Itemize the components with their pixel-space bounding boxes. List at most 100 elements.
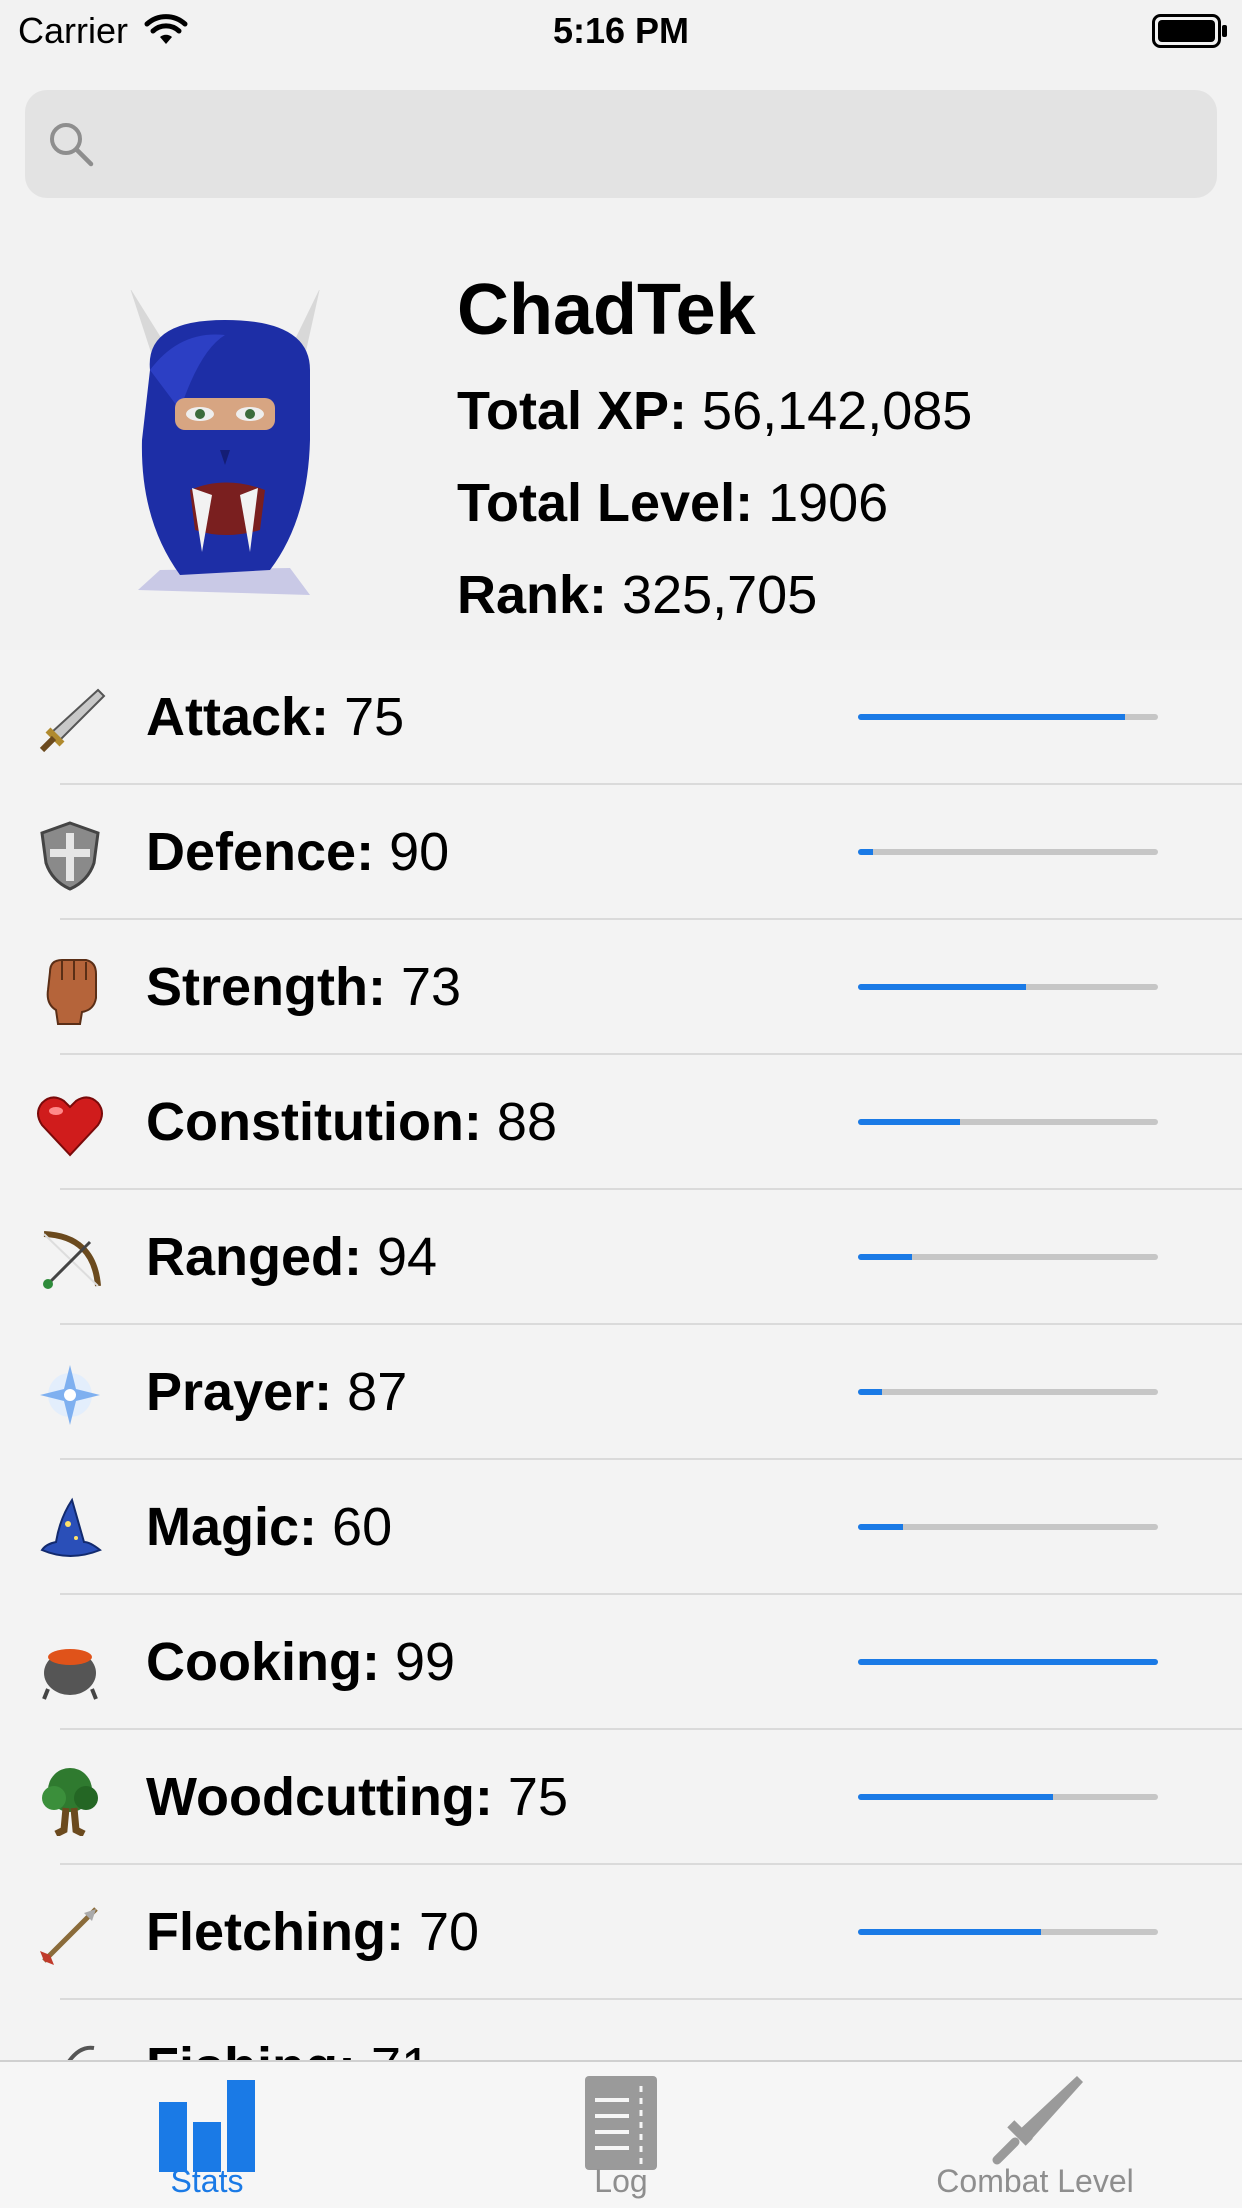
skill-level: 88 [496, 1092, 557, 1152]
player-avatar [130, 290, 320, 595]
defence-shield-icon [40, 821, 100, 891]
total-xp-value: 56,142,085 [702, 381, 973, 441]
app-screen: Carrier 5:16 PM ChadTek Total XP: 56,142… [0, 0, 1242, 2208]
skill-text: Cooking: 99 [146, 1595, 455, 1730]
prayer-star-icon [40, 1365, 100, 1425]
skill-row[interactable]: Strength: 73 [0, 920, 1242, 1055]
skill-text: Constitution: 88 [146, 1055, 557, 1190]
constitution-heart-icon [37, 1096, 103, 1157]
stats-chart-icon [159, 2080, 255, 2172]
skill-name: Attack: [146, 687, 330, 747]
skill-progress-bar [858, 1389, 1158, 1395]
tab-combat-level-label: Combat Level [936, 2163, 1134, 2199]
skill-progress-fill [858, 714, 1125, 720]
skill-progress-bar [858, 714, 1158, 720]
skill-name: Cooking: [146, 1632, 380, 1692]
skill-name: Ranged: [146, 1227, 362, 1287]
skill-progress-fill [858, 1119, 960, 1125]
rank-row: Rank: 325,705 [457, 549, 972, 641]
skill-name: Prayer: [146, 1362, 333, 1422]
skill-progress-bar [858, 1929, 1158, 1935]
rank-value: 325,705 [622, 565, 818, 625]
skill-text: Fishing: 71 [146, 2000, 431, 2060]
skill-level: 99 [394, 1632, 456, 1692]
skill-level: 90 [389, 822, 450, 882]
skill-row[interactable]: Ranged: 94 [0, 1190, 1242, 1325]
skill-text: Magic: 60 [146, 1460, 392, 1595]
tab-stats-label: Stats [170, 2163, 244, 2199]
skill-row[interactable]: Constitution: 88 [0, 1055, 1242, 1190]
skill-progress-bar [858, 1119, 1158, 1125]
skill-row[interactable]: Woodcutting: 75 [0, 1730, 1242, 1865]
skill-progress-fill [858, 1929, 1041, 1935]
skill-level: 73 [400, 957, 462, 1017]
skill-name: Woodcutting: [146, 1767, 493, 1827]
profile-header: ChadTek Total XP: 56,142,085 Total Level… [0, 220, 1242, 650]
skill-row[interactable]: Prayer: 87 [0, 1325, 1242, 1460]
skill-row[interactable]: Defence: 90 [0, 785, 1242, 920]
skill-level: 70 [419, 1902, 480, 1962]
skill-progress-bar [858, 1794, 1158, 1800]
log-document-icon [585, 2076, 657, 2170]
cooking-pot-icon [42, 1649, 98, 1700]
search-input[interactable] [95, 90, 1217, 198]
tab-log-label: Log [594, 2163, 648, 2199]
ranged-bow-icon [43, 1231, 101, 1289]
total-level-row: Total Level: 1906 [457, 457, 972, 549]
attack-sword-icon [39, 688, 106, 753]
skill-progress-bar [858, 1254, 1158, 1260]
skill-progress-fill [858, 849, 873, 855]
skill-level: 87 [347, 1362, 408, 1422]
search-bar[interactable] [25, 90, 1217, 198]
skill-level: 75 [344, 687, 405, 747]
tab-stats[interactable]: Stats [0, 2062, 414, 2208]
skill-row[interactable]: Cooking: 99 [0, 1595, 1242, 1730]
skill-progress-fill [858, 1524, 903, 1530]
search-icon [50, 123, 94, 167]
tab-bar: Stats Log Combat Level [0, 2060, 1242, 2208]
skill-text: Ranged: 94 [146, 1190, 437, 1325]
skill-progress-fill [858, 1659, 1158, 1665]
skill-progress-bar [858, 984, 1158, 990]
fletching-arrow-icon [40, 1907, 98, 1965]
battery-icon [1152, 14, 1227, 48]
skill-level: 71 [371, 2037, 431, 2060]
skill-progress-fill [858, 1254, 912, 1260]
skill-level: 60 [332, 1497, 393, 1557]
skill-level: 75 [507, 1767, 568, 1827]
total-xp-row: Total XP: 56,142,085 [457, 365, 972, 457]
total-xp-label: Total XP: [457, 381, 688, 441]
skill-level: 94 [377, 1227, 438, 1287]
tab-combat-level[interactable]: Combat Level [828, 2062, 1242, 2208]
skill-progress-fill [858, 984, 1026, 990]
skill-text: Woodcutting: 75 [146, 1730, 568, 1865]
skill-row[interactable]: Fletching: 70 [0, 1865, 1242, 2000]
skill-text: Fletching: 70 [146, 1865, 479, 2000]
status-bar: Carrier 5:16 PM [0, 0, 1242, 62]
skill-name: Magic: [146, 1497, 318, 1557]
skill-text: Attack: 75 [146, 650, 404, 785]
skill-name: Fishing: [146, 2037, 356, 2060]
profile-info: ChadTek Total XP: 56,142,085 Total Level… [457, 255, 972, 641]
skill-progress-bar [858, 1524, 1158, 1530]
total-level-value: 1906 [768, 473, 889, 533]
magic-hat-icon [40, 1497, 102, 1557]
skill-row[interactable]: Attack: 75 [0, 650, 1242, 785]
skill-name: Strength: [146, 957, 386, 1017]
player-name: ChadTek [457, 270, 756, 350]
skill-text: Strength: 73 [146, 920, 461, 1055]
skill-text: Prayer: 87 [146, 1325, 407, 1460]
skill-text: Defence: 90 [146, 785, 449, 920]
skill-row[interactable]: Magic: 60 [0, 1460, 1242, 1595]
woodcutting-tree-icon [42, 1768, 98, 1836]
skill-name: Defence: [146, 822, 375, 882]
skill-name: Fletching: [146, 1902, 404, 1962]
rank-label: Rank: [457, 565, 608, 625]
status-time: 5:16 PM [552, 10, 690, 51]
fishing-icon [67, 2045, 95, 2060]
skill-row[interactable]: Fishing: 71 [0, 2000, 1242, 2060]
skill-progress-bar [858, 849, 1158, 855]
skills-list[interactable]: Attack: 75 Defence: 90 Strength: 73 Constit… [0, 650, 1242, 2060]
skill-name: Constitution: [146, 1092, 482, 1152]
tab-log[interactable]: Log [414, 2062, 828, 2208]
